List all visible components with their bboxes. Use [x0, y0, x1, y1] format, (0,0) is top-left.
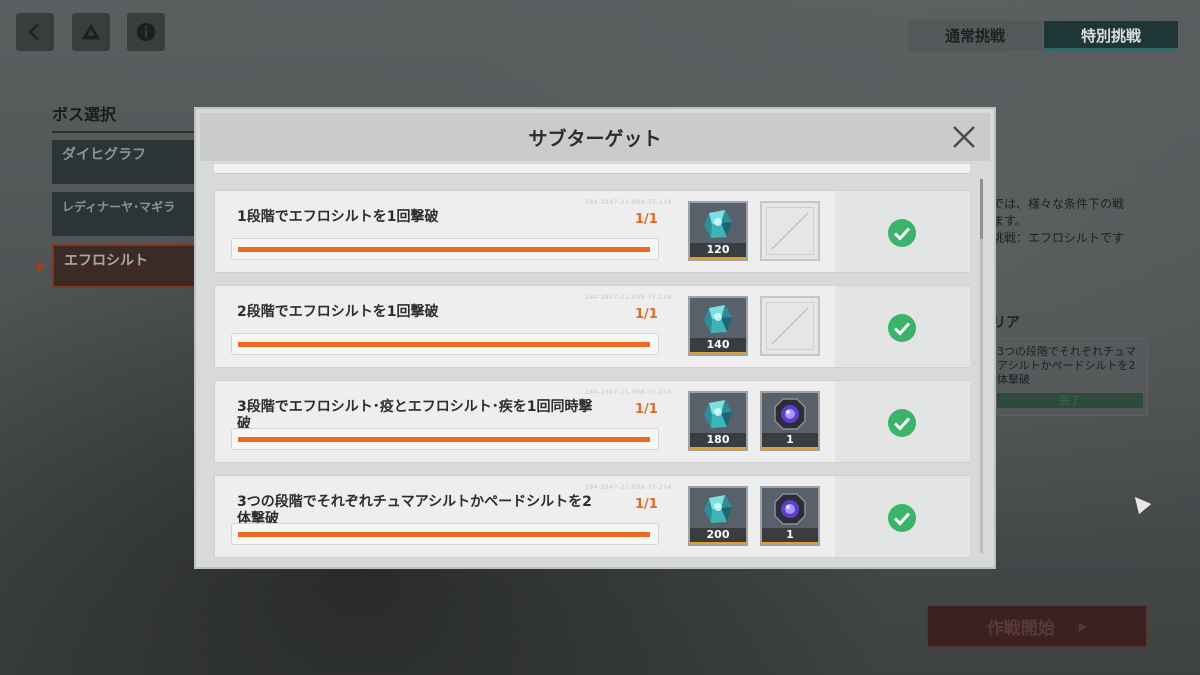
subtarget-card: 284-2847-21-898-75-234 3つの段階でそれぞれチュマアシルト…: [214, 475, 970, 558]
reward-slot[interactable]: 180: [688, 391, 748, 451]
progress-fill: [238, 437, 650, 442]
triangle-logo-icon: [81, 23, 101, 40]
completion-panel: [835, 286, 970, 367]
reward-quantity: 140: [690, 338, 746, 354]
reward-slot[interactable]: 1: [760, 391, 820, 451]
modal-header: サブターゲット: [200, 113, 990, 161]
check-icon: [888, 504, 916, 532]
card-serial: 284-2847-21-898-75-234: [585, 389, 672, 396]
description-line: 挑戦：エフロシルトです: [992, 231, 1125, 245]
crystal-icon: [704, 495, 732, 523]
subtarget-count: 1/1: [635, 212, 658, 227]
progress-fill: [238, 247, 650, 252]
subtarget-count: 1/1: [635, 402, 658, 417]
reward-quantity: 1: [762, 528, 818, 544]
reward-slot[interactable]: 1: [760, 486, 820, 546]
modal-title: サブターゲット: [528, 127, 662, 150]
tab-special-challenge[interactable]: 特別挑戦: [1044, 21, 1178, 51]
subtarget-card: 284-2847-21-898-75-234 3段階でエフロシルト･疫とエフロシ…: [214, 380, 970, 463]
play-arrow-icon: ▶: [1078, 619, 1088, 633]
card-serial: 284-2847-21-898-75-234: [585, 484, 672, 491]
completion-panel: [835, 191, 970, 272]
progress-track: [231, 238, 659, 260]
info-button[interactable]: [127, 13, 165, 51]
list-item-partial: [214, 164, 970, 174]
subtarget-modal: サブターゲット 284-2847-21-898-75-234 1段階でエフロシル…: [194, 107, 996, 569]
reward-quantity: 120: [690, 243, 746, 259]
card-serial: 284-2847-21-898-75-234: [585, 294, 672, 301]
subtarget-card: 284-2847-21-898-75-234 1段階でエフロシルトを1回撃破 1…: [214, 190, 970, 273]
boss-item-label: レディナーヤ･マギラ: [62, 200, 176, 214]
check-icon: [888, 314, 916, 342]
subtarget-count: 1/1: [635, 307, 658, 322]
completion-panel: [835, 476, 970, 557]
progress-track: [231, 428, 659, 450]
selected-arrow-icon: [38, 262, 45, 272]
boss-item-label: ダイヒグラフ: [62, 147, 146, 163]
mode-tabs: 通常挑戦 特別挑戦: [908, 21, 1178, 51]
list-scrollbar[interactable]: [980, 179, 983, 553]
crystal-icon: [704, 305, 732, 333]
check-icon: [888, 219, 916, 247]
start-operation-label: 作戦開始: [986, 618, 1055, 639]
reward-slot[interactable]: 140: [688, 296, 748, 356]
scrollbar-thumb[interactable]: [980, 179, 983, 239]
boss-item-daihigraph[interactable]: ダイヒグラフ: [52, 140, 202, 184]
reward-slot-empty: [760, 201, 820, 261]
tab-normal-challenge[interactable]: 通常挑戦: [908, 21, 1042, 51]
boss-item-efroshirt[interactable]: エフロシルト: [52, 244, 202, 288]
reward-quantity: 200: [690, 528, 746, 544]
progress-track: [231, 333, 659, 355]
card-serial: 284-2847-21-898-75-234: [585, 199, 672, 206]
crystal-icon: [704, 400, 732, 428]
close-icon[interactable]: [950, 123, 978, 151]
reward-slot[interactable]: 200: [688, 486, 748, 546]
boss-item-label: エフロシルト: [64, 253, 148, 269]
reward-quantity: 1: [762, 433, 818, 449]
core-icon: [774, 398, 806, 430]
crystal-icon: [704, 210, 732, 238]
description-line: ます。: [992, 214, 1027, 228]
description-line: では、様々な条件下の戦: [992, 197, 1125, 211]
subtarget-count: 1/1: [635, 497, 658, 512]
start-operation-button[interactable]: 作戦開始 ▶: [927, 605, 1147, 647]
empty-slot-icon: [771, 212, 809, 250]
subtarget-list[interactable]: 284-2847-21-898-75-234 1段階でエフロシルトを1回撃破 1…: [214, 164, 974, 559]
subtarget-title: 1段階でエフロシルトを1回撃破: [237, 209, 439, 225]
core-icon: [774, 493, 806, 525]
progress-track: [231, 523, 659, 545]
subtarget-title: 2段階でエフロシルトを1回撃破: [237, 304, 439, 320]
clear-condition-title: リア: [992, 315, 1020, 331]
completion-panel: [835, 381, 970, 462]
boss-section-title: ボス選択: [52, 101, 202, 133]
empty-slot-icon: [771, 307, 809, 345]
progress-fill: [238, 342, 650, 347]
boss-item-redinaya[interactable]: レディナーヤ･マギラ: [52, 192, 202, 236]
back-button[interactable]: [16, 13, 54, 51]
clear-condition-text: 3つの段階でそれぞれチュマアシルトかペードシルトを2体撃破: [997, 345, 1136, 386]
clear-status-badge: 完了: [997, 393, 1143, 408]
info-icon: [136, 22, 156, 42]
progress-fill: [238, 532, 650, 537]
clear-condition-box: 3つの段階でそれぞれチュマアシルトかペードシルトを2体撃破 完了: [992, 338, 1148, 416]
chevron-left-icon: [28, 23, 39, 41]
subtarget-card: 284-2847-21-898-75-234 2段階でエフロシルトを1回撃破 1…: [214, 285, 970, 368]
drive-button[interactable]: [72, 13, 110, 51]
check-icon: [888, 409, 916, 437]
reward-slot[interactable]: 120: [688, 201, 748, 261]
reward-quantity: 180: [690, 433, 746, 449]
reward-slot-empty: [760, 296, 820, 356]
